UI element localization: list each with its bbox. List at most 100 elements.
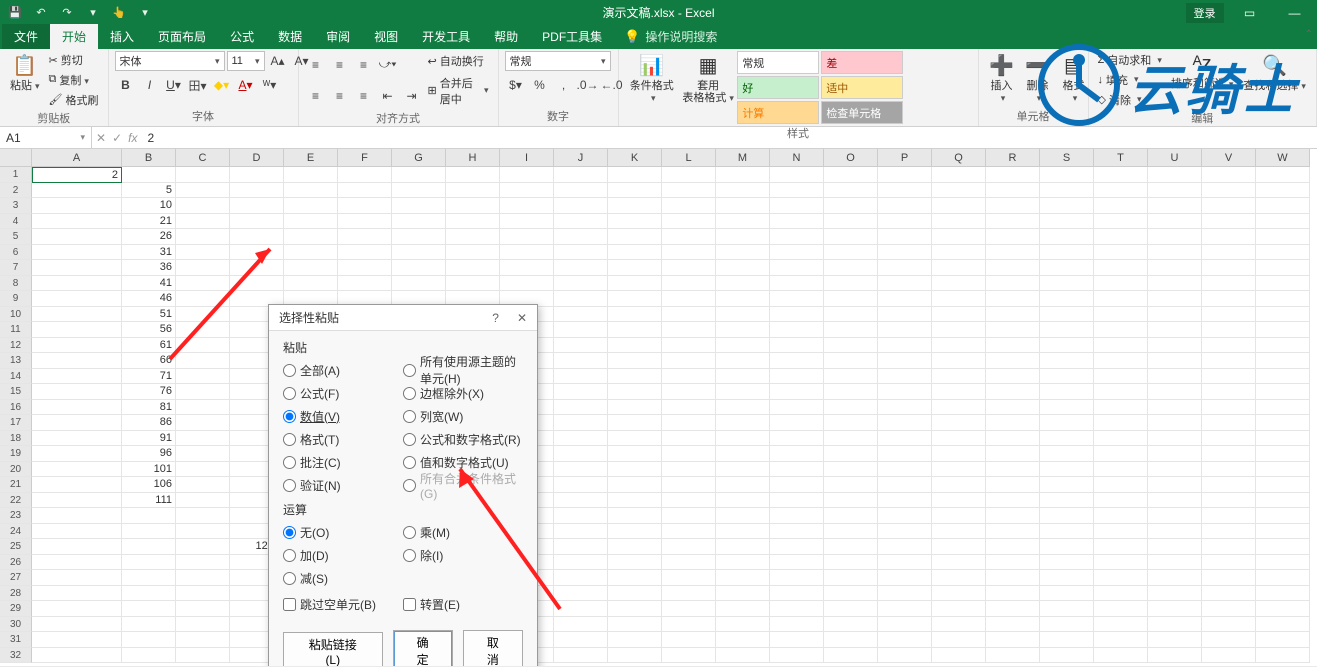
- cell[interactable]: [662, 632, 716, 648]
- cell[interactable]: [716, 307, 770, 323]
- italic-button[interactable]: I: [139, 75, 161, 95]
- cell[interactable]: [284, 167, 338, 183]
- style-bad[interactable]: 差: [821, 51, 903, 74]
- touch-icon[interactable]: 👆: [110, 4, 128, 22]
- cell[interactable]: [770, 260, 824, 276]
- cell[interactable]: [824, 384, 878, 400]
- cell[interactable]: [824, 353, 878, 369]
- cell[interactable]: [1094, 229, 1148, 245]
- cell[interactable]: [1148, 260, 1202, 276]
- cells-area[interactable]: 2510212631364146515661667176818691961011…: [32, 167, 1317, 666]
- cell[interactable]: [392, 229, 446, 245]
- cell[interactable]: [1148, 446, 1202, 462]
- cell[interactable]: [554, 570, 608, 586]
- cell[interactable]: [824, 555, 878, 571]
- cell[interactable]: [1148, 431, 1202, 447]
- cell[interactable]: [554, 353, 608, 369]
- row-header[interactable]: 4: [0, 214, 32, 230]
- cell[interactable]: [986, 539, 1040, 555]
- skip-blanks-checkbox[interactable]: 跳过空单元(B): [283, 594, 403, 614]
- cell[interactable]: 36: [122, 260, 176, 276]
- cell[interactable]: [662, 338, 716, 354]
- cell[interactable]: [986, 245, 1040, 261]
- paste-option-radio[interactable]: 全部(A): [283, 360, 403, 380]
- cell[interactable]: [1256, 400, 1310, 416]
- column-header[interactable]: A: [32, 149, 122, 167]
- cell[interactable]: [1202, 555, 1256, 571]
- collapse-ribbon-icon[interactable]: ⌃: [1305, 29, 1313, 40]
- cell[interactable]: [1148, 477, 1202, 493]
- row-header[interactable]: 21: [0, 477, 32, 493]
- cell[interactable]: [32, 632, 122, 648]
- cell[interactable]: [1094, 198, 1148, 214]
- style-normal[interactable]: 常规: [737, 51, 819, 74]
- cell[interactable]: [608, 570, 662, 586]
- cell[interactable]: [986, 493, 1040, 509]
- cell[interactable]: [662, 446, 716, 462]
- cell[interactable]: [230, 260, 284, 276]
- cell[interactable]: [1202, 322, 1256, 338]
- cell[interactable]: [1040, 508, 1094, 524]
- cell[interactable]: [1094, 648, 1148, 664]
- op-option-radio[interactable]: 加(D): [283, 545, 403, 565]
- cell[interactable]: [1148, 353, 1202, 369]
- cell[interactable]: [986, 384, 1040, 400]
- cell[interactable]: [716, 415, 770, 431]
- cell[interactable]: [1094, 431, 1148, 447]
- cell[interactable]: [878, 307, 932, 323]
- cell[interactable]: [878, 446, 932, 462]
- cell[interactable]: [662, 307, 716, 323]
- cell[interactable]: [1256, 462, 1310, 478]
- cell[interactable]: [716, 229, 770, 245]
- number-format-select[interactable]: 常规: [505, 51, 611, 71]
- cell[interactable]: [1094, 617, 1148, 633]
- cell[interactable]: [1148, 198, 1202, 214]
- cell[interactable]: [1256, 524, 1310, 540]
- cell[interactable]: [1148, 524, 1202, 540]
- cell[interactable]: 41: [122, 276, 176, 292]
- cell[interactable]: [1202, 477, 1256, 493]
- cell[interactable]: [1202, 524, 1256, 540]
- cell[interactable]: [1256, 291, 1310, 307]
- cell[interactable]: [1148, 601, 1202, 617]
- cell[interactable]: [986, 570, 1040, 586]
- cell[interactable]: [986, 477, 1040, 493]
- row-header[interactable]: 6: [0, 245, 32, 261]
- cell[interactable]: [1256, 446, 1310, 462]
- cell[interactable]: [770, 353, 824, 369]
- conditional-formatting-button[interactable]: 📊条件格式: [625, 51, 679, 106]
- cell[interactable]: [122, 555, 176, 571]
- row-header[interactable]: 30: [0, 617, 32, 633]
- cell[interactable]: 101: [122, 462, 176, 478]
- cell[interactable]: [878, 617, 932, 633]
- cell[interactable]: [932, 601, 986, 617]
- cell[interactable]: [1256, 415, 1310, 431]
- cell[interactable]: [824, 167, 878, 183]
- cell[interactable]: [770, 369, 824, 385]
- cell[interactable]: [662, 229, 716, 245]
- dialog-title-bar[interactable]: 选择性粘贴 ? ✕: [269, 305, 537, 331]
- cell[interactable]: [662, 276, 716, 292]
- cell[interactable]: [1202, 570, 1256, 586]
- cell[interactable]: [932, 462, 986, 478]
- cell[interactable]: [716, 198, 770, 214]
- cell[interactable]: [608, 415, 662, 431]
- cell[interactable]: [176, 369, 230, 385]
- tab-home[interactable]: 开始: [50, 24, 98, 49]
- cell[interactable]: [1040, 524, 1094, 540]
- cell[interactable]: [230, 229, 284, 245]
- cell[interactable]: [176, 167, 230, 183]
- cell[interactable]: [608, 307, 662, 323]
- cell[interactable]: [608, 400, 662, 416]
- cell[interactable]: [1202, 601, 1256, 617]
- cell[interactable]: 2: [32, 167, 122, 183]
- cell[interactable]: [176, 353, 230, 369]
- cell[interactable]: [716, 260, 770, 276]
- row-header[interactable]: 20: [0, 462, 32, 478]
- cell[interactable]: [932, 307, 986, 323]
- cell[interactable]: [1148, 632, 1202, 648]
- cell[interactable]: [1256, 555, 1310, 571]
- cell[interactable]: [1202, 648, 1256, 664]
- cell[interactable]: [230, 183, 284, 199]
- cell[interactable]: [554, 446, 608, 462]
